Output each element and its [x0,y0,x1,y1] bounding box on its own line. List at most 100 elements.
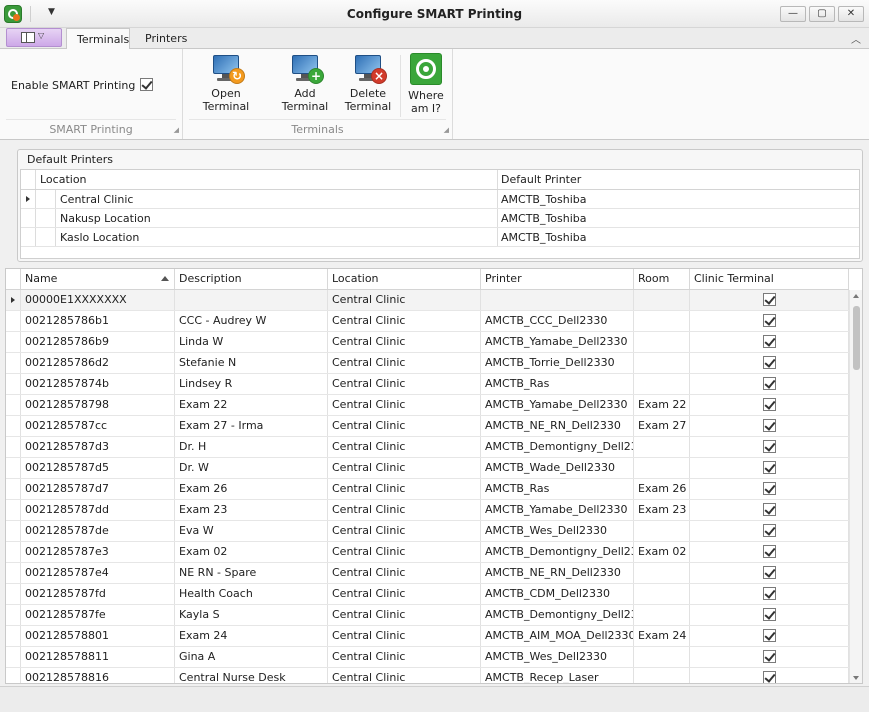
location-cell[interactable]: Central Clinic [328,374,481,394]
location-cell[interactable]: Central Clinic [328,605,481,625]
column-header-location[interactable]: Location [328,269,481,289]
clinic-terminal-checkbox[interactable] [762,440,776,453]
name-cell[interactable]: 002128578811 [21,647,175,667]
name-cell[interactable]: 0021285787dd [21,500,175,520]
printer-cell[interactable]: AMCTB_AIM_MOA_Dell2330 [481,626,634,646]
clinic-terminal-cell[interactable] [690,395,849,415]
default-printer-row[interactable]: Kaslo Location AMCTB_Toshiba [21,228,859,247]
description-cell[interactable]: Central Nurse Desk [175,668,328,683]
clinic-terminal-cell[interactable] [690,647,849,667]
description-cell[interactable] [175,290,328,310]
clinic-terminal-checkbox[interactable] [762,335,776,348]
column-header-description[interactable]: Description [175,269,328,289]
clinic-terminal-cell[interactable] [690,311,849,331]
printer-cell[interactable]: AMCTB_Ras [481,479,634,499]
table-row[interactable]: 0021285787d7 Exam 26 Central Clinic AMCTB_R… [6,479,849,500]
location-cell[interactable]: Nakusp Location [57,209,497,228]
clinic-terminal-cell[interactable] [690,458,849,478]
scroll-up-icon[interactable] [853,294,859,298]
room-cell[interactable]: Exam 24 [634,626,690,646]
location-cell[interactable]: Central Clinic [328,416,481,436]
location-cell[interactable]: Central Clinic [328,290,481,310]
where-am-i-button[interactable]: Where am I? [405,53,447,115]
table-row[interactable]: 0021285787e4 NE RN - Spare Central Clinic A… [6,563,849,584]
printer-cell[interactable]: AMCTB_Yamabe_Dell2330 [481,500,634,520]
table-row[interactable]: 002128578816 Central Nurse Desk Central Cl… [6,668,849,683]
printer-cell[interactable]: AMCTB_Yamabe_Dell2330 [481,332,634,352]
printer-cell[interactable]: AMCTB_Demontigny_Dell2330 [481,437,634,457]
description-cell[interactable]: Exam 23 [175,500,328,520]
table-row[interactable]: 0021285786d2 Stefanie N Central Clinic AMCT… [6,353,849,374]
location-cell[interactable]: Central Clinic [328,395,481,415]
table-row[interactable]: 0021285787e3 Exam 02 Central Clinic AMCTB_D… [6,542,849,563]
table-row[interactable]: 002128578811 Gina A Central Clinic AMCTB_We… [6,647,849,668]
description-cell[interactable]: Exam 22 [175,395,328,415]
name-cell[interactable]: 0021285786d2 [21,353,175,373]
clinic-terminal-cell[interactable] [690,521,849,541]
name-cell[interactable]: 0021285787fd [21,584,175,604]
table-row[interactable]: 002128578798 Exam 22 Central Clinic AMCTB_Y… [6,395,849,416]
column-header-location[interactable]: Location [37,170,497,189]
location-cell[interactable]: Central Clinic [57,190,497,209]
clinic-terminal-cell[interactable] [690,668,849,683]
location-cell[interactable]: Central Clinic [328,521,481,541]
room-cell[interactable]: Exam 27 [634,416,690,436]
room-cell[interactable] [634,521,690,541]
table-row[interactable]: 002128578801 Exam 24 Central Clinic AMCTB_A… [6,626,849,647]
name-cell[interactable]: 0021285787d5 [21,458,175,478]
tab-terminals[interactable]: Terminals [66,28,130,50]
room-cell[interactable] [634,353,690,373]
table-row[interactable]: 0021285787​4b Lindsey R Central Clinic AMCT… [6,374,849,395]
clinic-terminal-checkbox[interactable] [762,587,776,600]
printer-cell[interactable]: AMCTB_NE_RN_Dell2330 [481,416,634,436]
clinic-terminal-checkbox[interactable] [762,398,776,411]
location-cell[interactable]: Central Clinic [328,353,481,373]
printer-cell[interactable] [481,290,634,310]
room-cell[interactable]: Exam 02 [634,542,690,562]
printer-cell[interactable]: AMCTB_Wes_Dell2330 [481,521,634,541]
clinic-terminal-checkbox[interactable] [762,566,776,579]
minimize-button[interactable]: — [780,6,806,22]
printer-cell[interactable]: AMCTB_Demontigny_Dell2330 [481,542,634,562]
table-row[interactable]: 0021285787dd Exam 23 Central Clinic AMCTB_Y… [6,500,849,521]
name-cell[interactable]: 002128578801 [21,626,175,646]
enable-smart-printing-checkbox[interactable] [140,78,153,91]
printer-cell[interactable]: AMCTB_Yamabe_Dell2330 [481,395,634,415]
clinic-terminal-cell[interactable] [690,563,849,583]
clinic-terminal-checkbox[interactable] [762,482,776,495]
table-row[interactable]: 0021285786b9 Linda W Central Clinic AMCTB_Y… [6,332,849,353]
location-cell[interactable]: Central Clinic [328,647,481,667]
description-cell[interactable]: Kayla S [175,605,328,625]
name-cell[interactable]: 0021285787d7 [21,479,175,499]
clinic-terminal-cell[interactable] [690,374,849,394]
room-cell[interactable] [634,647,690,667]
clinic-terminal-checkbox[interactable] [762,629,776,642]
description-cell[interactable]: Stefanie N [175,353,328,373]
column-header-name[interactable]: Name [21,269,175,289]
collapse-ribbon-icon[interactable]: ︿ [851,31,861,46]
room-cell[interactable] [634,584,690,604]
table-row[interactable]: 0021285787de Eva W Central Clinic AMCTB_Wes… [6,521,849,542]
clinic-terminal-cell[interactable] [690,437,849,457]
room-cell[interactable] [634,458,690,478]
clinic-terminal-cell[interactable] [690,584,849,604]
table-row[interactable]: 0021285787d5 Dr. W Central Clinic AMCTB_Wad… [6,458,849,479]
name-cell[interactable]: 0021285787e4 [21,563,175,583]
clinic-terminal-cell[interactable] [690,332,849,352]
name-cell[interactable]: 0021285786b1 [21,311,175,331]
default-printer-cell[interactable]: AMCTB_Toshiba [498,209,860,228]
clinic-terminal-checkbox[interactable] [762,671,776,683]
printer-cell[interactable]: AMCTB_Wade_Dell2330 [481,458,634,478]
printer-cell[interactable]: AMCTB_Torrie_Dell2330 [481,353,634,373]
description-cell[interactable]: Eva W [175,521,328,541]
delete-terminal-button[interactable]: × Delete Terminal [344,53,392,113]
default-printer-row[interactable]: Central Clinic AMCTB_Toshiba [21,190,859,209]
name-cell[interactable]: 0021285787d3 [21,437,175,457]
scroll-down-icon[interactable] [853,676,859,680]
description-cell[interactable]: Gina A [175,647,328,667]
room-cell[interactable]: Exam 22 [634,395,690,415]
room-cell[interactable] [634,332,690,352]
location-cell[interactable]: Central Clinic [328,626,481,646]
tab-printers[interactable]: Printers [135,28,197,49]
clinic-terminal-checkbox[interactable] [762,377,776,390]
